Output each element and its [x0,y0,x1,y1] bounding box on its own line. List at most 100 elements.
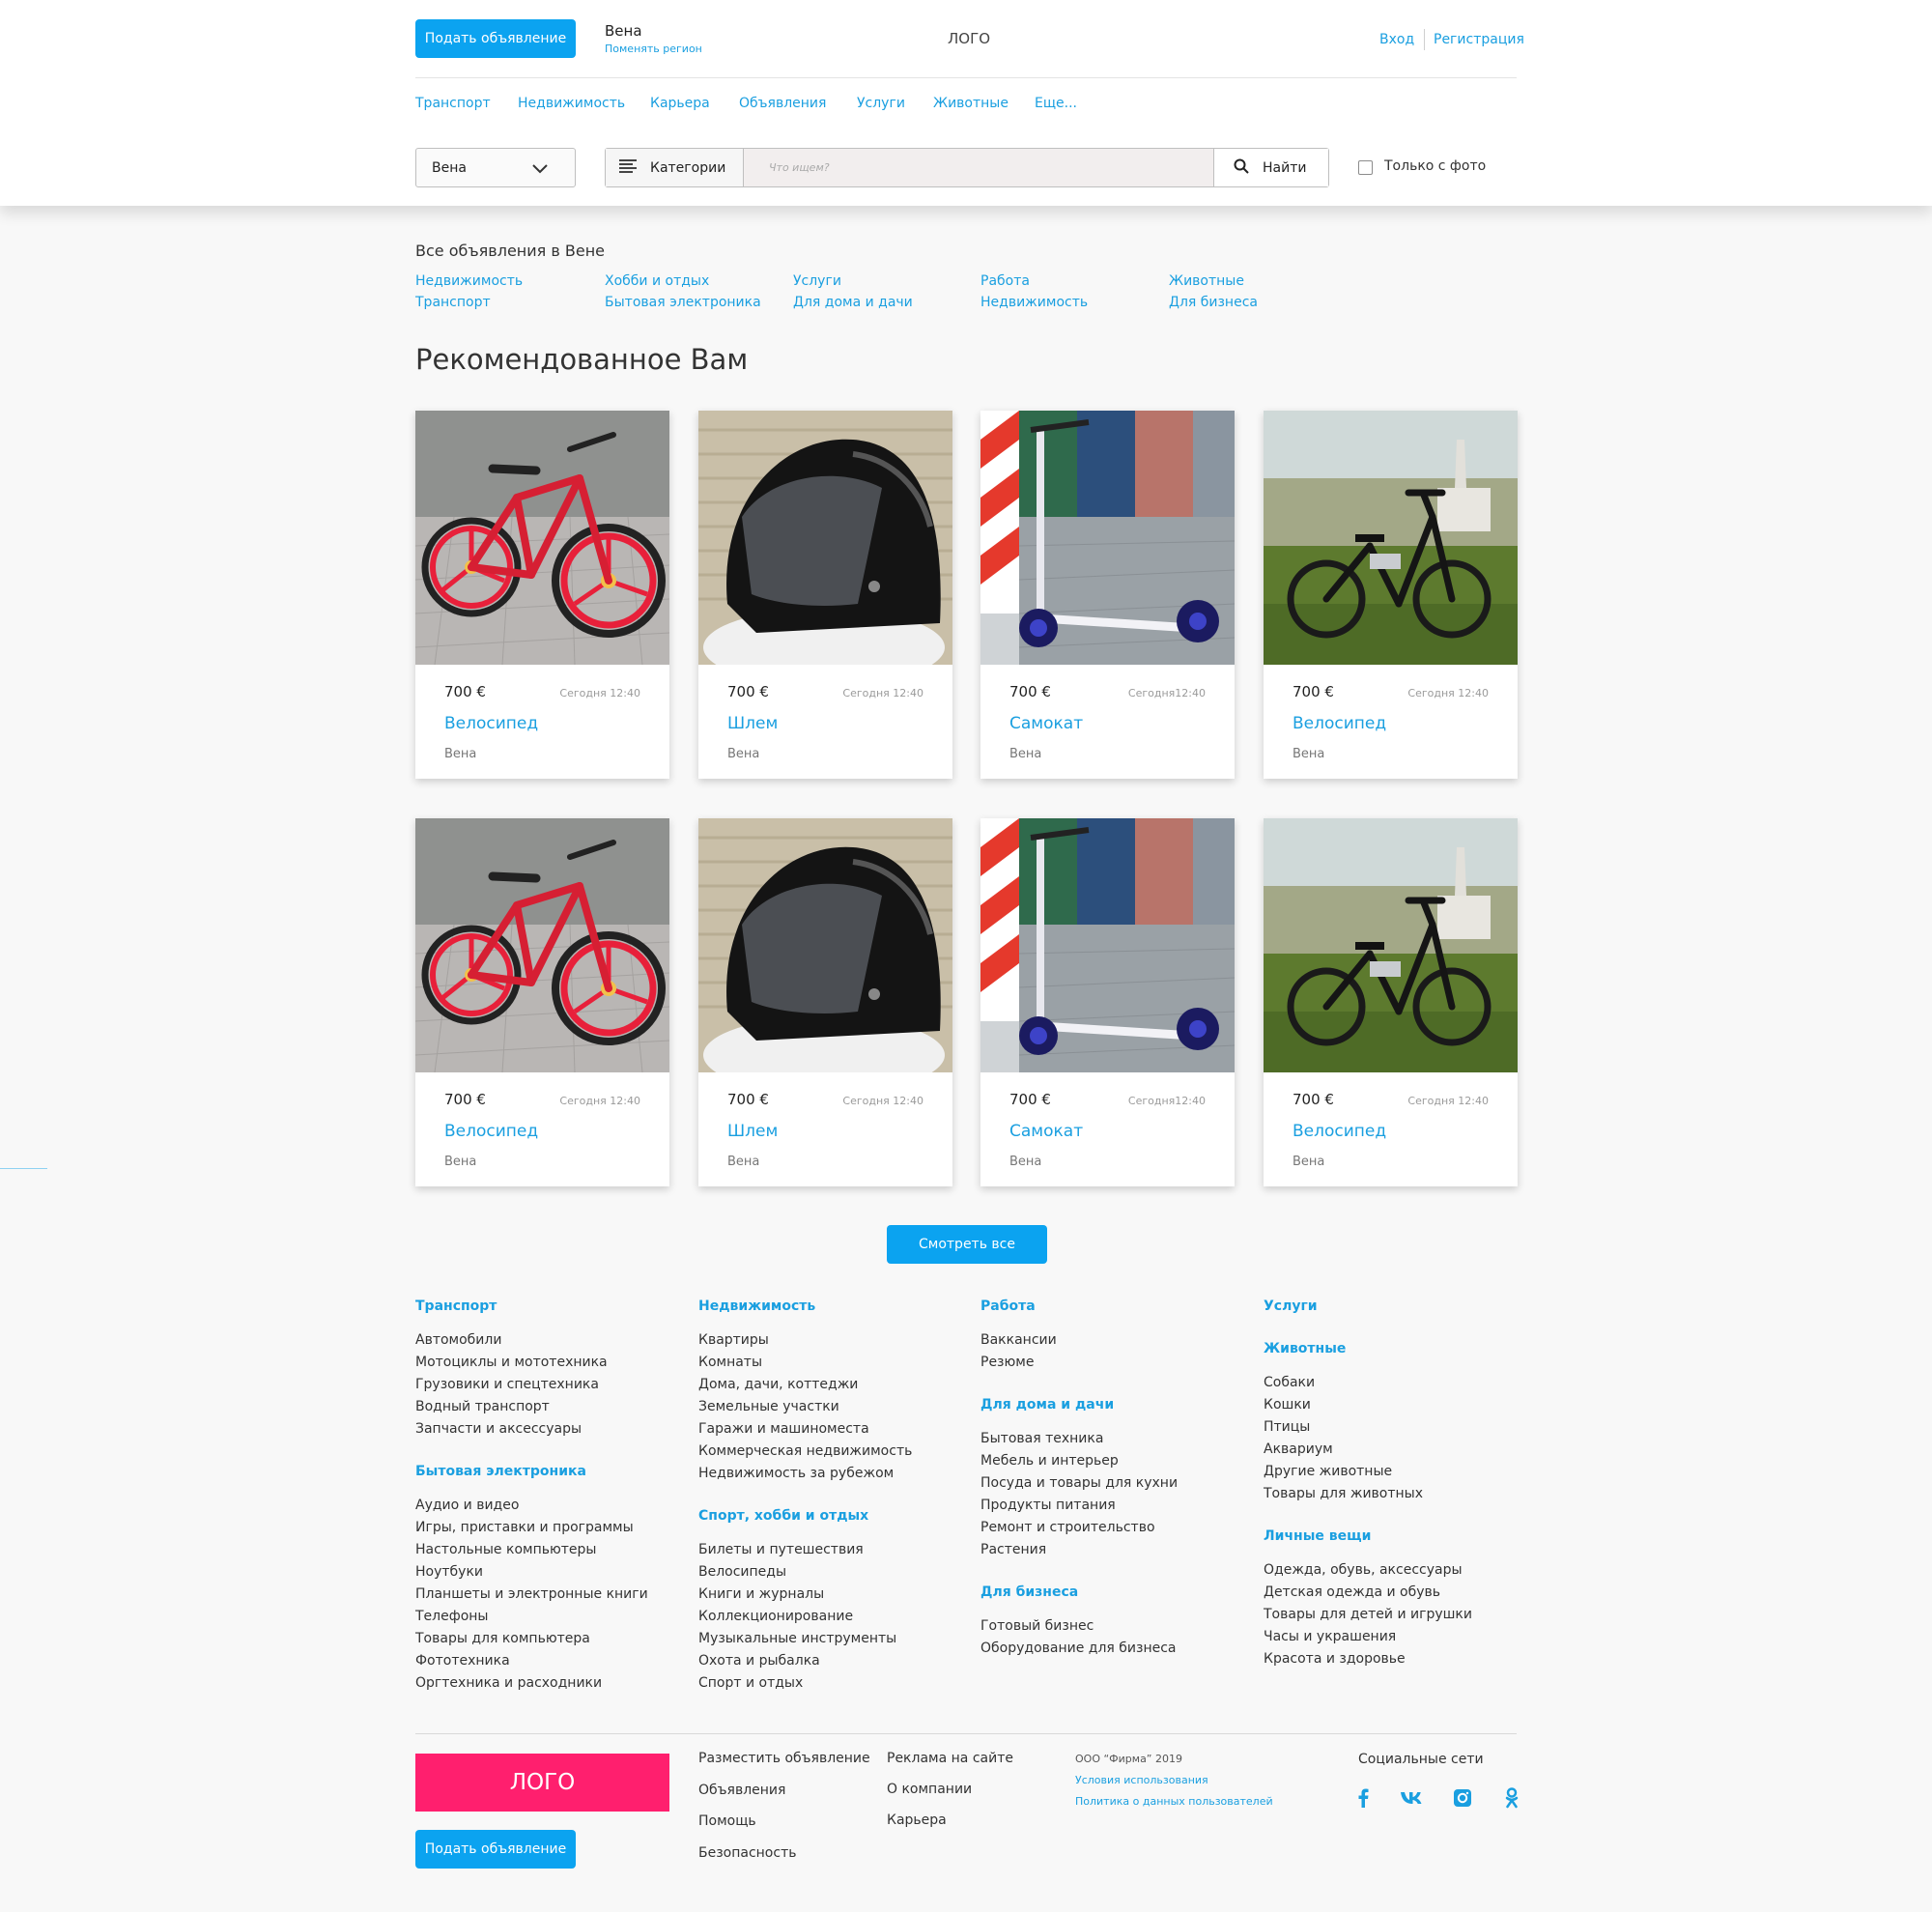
terms-link[interactable]: Условия использования [1075,1774,1208,1786]
product-image[interactable] [698,411,952,665]
product-title[interactable]: Велосипед [1293,1122,1386,1141]
footer-link[interactable]: Автомобили [415,1329,686,1352]
footer-link[interactable]: Аквариум [1264,1439,1534,1461]
category-link[interactable]: Животные [1169,273,1244,289]
footer-link[interactable]: Продукты питания [980,1495,1251,1517]
login-link[interactable]: Вход [1379,32,1414,47]
footer-link[interactable]: Мебель и интерьер [980,1450,1251,1472]
change-region-link[interactable]: Поменять регион [605,43,702,55]
nav-transport[interactable]: Транспорт [415,96,491,111]
product-card[interactable]: 700 € Сегодня 12:40 Велосипед Вена [415,818,669,1186]
footer-link[interactable]: Товары для детей и игрушки [1264,1604,1534,1626]
footer-link-ads[interactable]: Объявления [698,1783,785,1798]
footer-link[interactable]: Грузовики и спецтехника [415,1374,686,1396]
search-input[interactable] [744,149,1213,186]
nav-realty[interactable]: Недвижимость [518,96,625,111]
only-photo-label[interactable]: Только с фото [1384,158,1486,174]
nav-ads[interactable]: Объявления [739,96,826,111]
footer-link[interactable]: Комнаты [698,1352,969,1374]
product-image[interactable] [415,818,669,1072]
footer-link[interactable]: Коммерческая недвижимость [698,1441,969,1463]
footer-link[interactable]: Спорт и отдых [698,1672,969,1695]
footer-link[interactable]: Товары для компьютера [415,1628,686,1650]
footer-link[interactable]: Недвижимость за рубежом [698,1463,969,1485]
footer-link[interactable]: Ноутбуки [415,1561,686,1584]
nav-more[interactable]: Еще... [1035,96,1077,111]
footer-link-about[interactable]: О компании [887,1782,972,1797]
footer-group-title[interactable]: Недвижимость [698,1298,969,1318]
footer-link[interactable]: Бытовая техника [980,1428,1251,1450]
only-photo-checkbox[interactable] [1358,160,1373,175]
footer-link[interactable]: Готовый бизнес [980,1615,1251,1638]
footer-link[interactable]: Красота и здоровье [1264,1648,1534,1670]
product-title[interactable]: Велосипед [444,1122,538,1141]
nav-career[interactable]: Карьера [650,96,710,111]
product-card[interactable]: 700 € Сегодня12:40 Самокат Вена [980,411,1235,779]
footer-link[interactable]: Настольные компьютеры [415,1539,686,1561]
footer-link[interactable]: Растения [980,1539,1251,1561]
city-select[interactable]: Вена [415,148,576,187]
product-card[interactable]: 700 € Сегодня 12:40 Велосипед Вена [415,411,669,779]
footer-link[interactable]: Аудио и видео [415,1495,686,1517]
footer-group-title[interactable]: Животные [1264,1341,1534,1360]
footer-link[interactable]: Земельные участки [698,1396,969,1418]
footer-link[interactable]: Другие животные [1264,1461,1534,1483]
footer-link[interactable]: Резюме [980,1352,1251,1374]
nav-services[interactable]: Услуги [857,96,905,111]
logo[interactable]: ЛОГО [948,30,990,47]
product-title[interactable]: Велосипед [444,714,538,733]
privacy-link[interactable]: Политика о данных пользователей [1075,1795,1273,1808]
category-link[interactable]: Бытовая электроника [605,295,761,310]
product-image[interactable] [980,818,1235,1072]
footer-group-title[interactable]: Спорт, хобби и отдых [698,1508,969,1527]
product-image[interactable] [1264,411,1518,665]
category-link[interactable]: Работа [980,273,1030,289]
product-title[interactable]: Шлем [727,1122,778,1141]
footer-link[interactable]: Оргтехника и расходники [415,1672,686,1695]
footer-link[interactable]: Фототехника [415,1650,686,1672]
product-title[interactable]: Шлем [727,714,778,733]
post-ad-button[interactable]: Подать объявление [415,19,576,58]
footer-link[interactable]: Охота и рыбалка [698,1650,969,1672]
category-link[interactable]: Для дома и дачи [793,295,913,310]
product-image[interactable] [1264,818,1518,1072]
footer-link-advertising[interactable]: Реклама на сайте [887,1751,1013,1766]
footer-link-post-ad[interactable]: Разместить объявление [698,1751,870,1766]
footer-group-title[interactable]: Для бизнеса [980,1584,1251,1604]
footer-logo[interactable]: ЛОГО [415,1754,669,1812]
footer-link[interactable]: Товары для животных [1264,1483,1534,1505]
category-link[interactable]: Недвижимость [980,295,1088,310]
footer-group-title[interactable]: Для дома и дачи [980,1397,1251,1416]
product-image[interactable] [980,411,1235,665]
product-image[interactable] [698,818,952,1072]
product-card[interactable]: 700 € Сегодня 12:40 Шлем Вена [698,411,952,779]
find-button[interactable]: Найти [1213,149,1328,186]
category-link[interactable]: Транспорт [415,295,491,310]
footer-group-title[interactable]: Транспорт [415,1298,686,1318]
footer-link[interactable]: Часы и украшения [1264,1626,1534,1648]
footer-link[interactable]: Кошки [1264,1394,1534,1416]
category-link[interactable]: Недвижимость [415,273,523,289]
footer-link[interactable]: Водный транспорт [415,1396,686,1418]
footer-link[interactable]: Телефоны [415,1606,686,1628]
footer-link[interactable]: Одежда, обувь, аксессуары [1264,1559,1534,1582]
categories-button[interactable]: Категории [606,149,744,186]
footer-link[interactable]: Музыкальные инструменты [698,1628,969,1650]
product-title[interactable]: Самокат [1009,1122,1083,1141]
footer-link[interactable]: Вакканcии [980,1329,1251,1352]
product-image[interactable] [415,411,669,665]
facebook-icon[interactable] [1351,1786,1375,1810]
footer-link[interactable]: Планшеты и электронные книги [415,1584,686,1606]
vk-icon[interactable] [1398,1786,1425,1810]
product-card[interactable]: 700 € Сегодня12:40 Самокат Вена [980,818,1235,1186]
product-title[interactable]: Велосипед [1293,714,1386,733]
footer-link-career[interactable]: Карьера [887,1812,947,1828]
footer-link[interactable]: Велосипеды [698,1561,969,1584]
footer-link[interactable]: Посуда и товары для кухни [980,1472,1251,1495]
footer-link[interactable]: Гаражи и машиноместа [698,1418,969,1441]
nav-animals[interactable]: Животные [933,96,1009,111]
product-card[interactable]: 700 € Сегодня 12:40 Шлем Вена [698,818,952,1186]
footer-link[interactable]: Оборудование для бизнеса [980,1638,1251,1660]
odnoklassniki-icon[interactable] [1500,1786,1523,1810]
footer-group-title[interactable]: Работа [980,1298,1251,1318]
